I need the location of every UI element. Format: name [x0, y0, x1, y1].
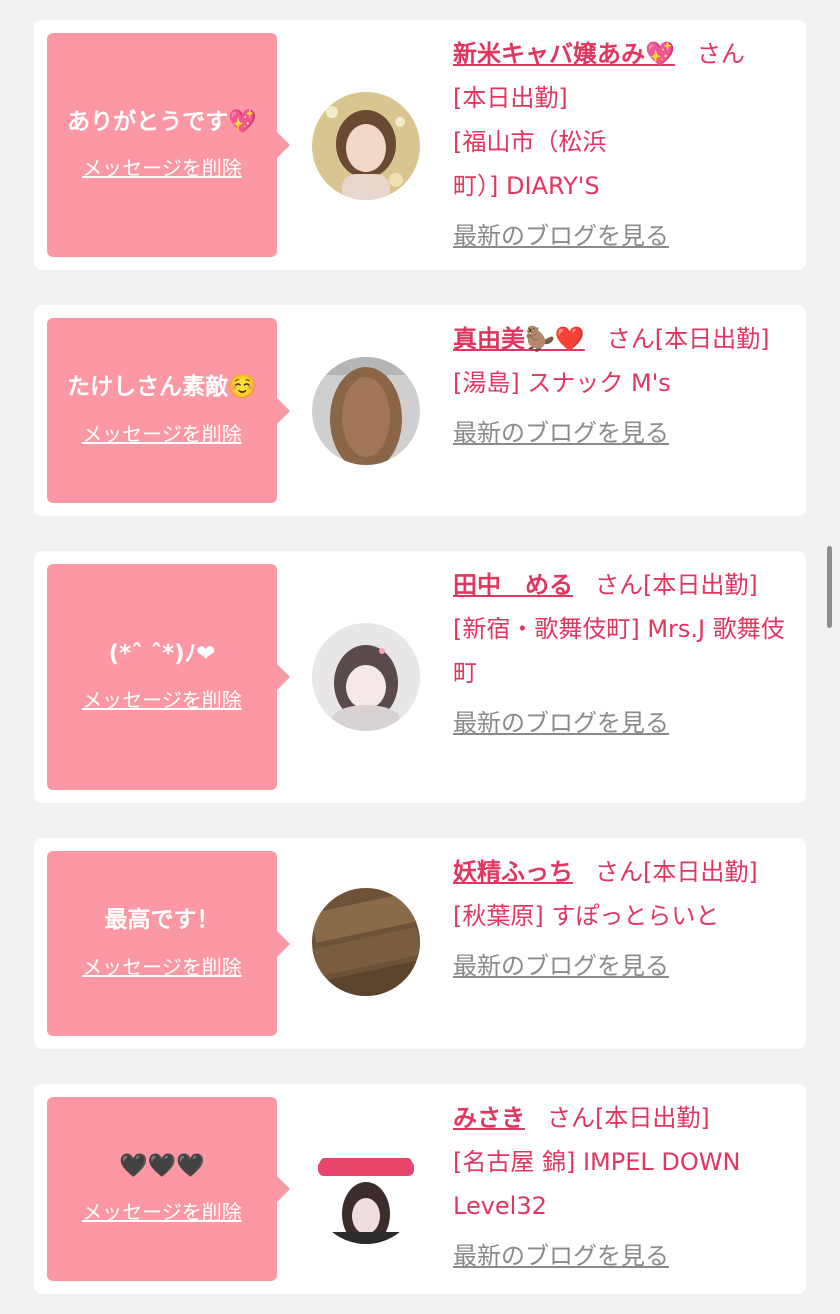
cast-info: 新米キャバ嬢あみ💖 さん [本日出勤] [福山市（松浜町）] DIARY'S 最新… — [453, 32, 793, 258]
avatar[interactable] — [312, 1136, 420, 1244]
honorific: さん — [595, 571, 643, 599]
message-card: 🖤🖤🖤 メッセージを削除 みさき さん[本日出勤] [名古屋 錦] IMPEL D… — [34, 1084, 806, 1294]
message-card: (*ˆ ˆ*)ﾉ❤ メッセージを削除 田中 める さん[本日出勤] [新宿・歌舞伎… — [34, 551, 806, 803]
attendance-status: [本日出勤] — [643, 858, 758, 886]
latest-blog-link[interactable]: 最新のブログを見る — [453, 214, 669, 258]
shop-location: [名古屋 錦] IMPEL DOWN Level32 — [453, 1148, 741, 1220]
message-text: (*ˆ ˆ*)ﾉ❤ — [108, 640, 216, 667]
cast-info: みさき さん[本日出勤] [名古屋 錦] IMPEL DOWN Level32 最… — [453, 1096, 793, 1278]
shop-location: [秋葉原] すぽっとらいと — [453, 902, 720, 930]
attendance-status: [本日出勤] — [643, 571, 758, 599]
cast-info: 田中 める さん[本日出勤] [新宿・歌舞伎町] Mrs.J 歌舞伎町 最新のブロ… — [453, 563, 793, 745]
latest-blog-link[interactable]: 最新のブログを見る — [453, 411, 669, 455]
message-text: たけしさん素敵☺️ — [67, 374, 257, 401]
delete-message-link[interactable]: メッセージを削除 — [82, 684, 242, 713]
cast-name-link[interactable]: 妖精ふっち — [453, 858, 573, 886]
message-bubble: 最高です！ メッセージを削除 — [47, 851, 290, 1036]
latest-blog-link[interactable]: 最新のブログを見る — [453, 701, 669, 745]
cast-name-link[interactable]: みさき — [453, 1104, 525, 1132]
shop-location: [湯島] スナック M's — [453, 369, 671, 397]
message-text: 最高です！ — [104, 907, 220, 934]
message-card: 最高です！ メッセージを削除 妖精ふっち さん[本日出勤] [秋葉原] すぽっとら… — [34, 838, 806, 1049]
cast-name-link[interactable]: 真由美🦫❤️ — [453, 325, 585, 353]
cast-name-link[interactable]: 田中 める — [453, 571, 573, 599]
honorific: さん — [606, 325, 655, 353]
message-card: ありがとうです💖 メッセージを削除 新米キャバ嬢あみ💖 さん [本日出勤] [福山… — [34, 20, 806, 270]
message-bubble: 🖤🖤🖤 メッセージを削除 — [47, 1097, 290, 1281]
latest-blog-link[interactable]: 最新のブログを見る — [453, 1234, 669, 1278]
avatar[interactable] — [312, 357, 420, 465]
message-card: たけしさん素敵☺️ メッセージを削除 真由美🦫❤️ さん[本日出勤] [湯島] ス… — [34, 305, 806, 516]
delete-message-link[interactable]: メッセージを削除 — [82, 1196, 242, 1225]
profile-photo-icon — [312, 357, 420, 465]
profile-photo-icon — [312, 623, 420, 731]
attendance-status: [本日出勤] — [654, 325, 770, 353]
message-list: ありがとうです💖 メッセージを削除 新米キャバ嬢あみ💖 さん [本日出勤] [福山… — [0, 0, 840, 1314]
profile-photo-icon — [312, 92, 420, 200]
shop-location: [新宿・歌舞伎町] Mrs.J 歌舞伎町 — [453, 615, 785, 687]
scrollbar[interactable] — [827, 546, 832, 628]
delete-message-link[interactable]: メッセージを削除 — [82, 951, 242, 980]
message-bubble: ありがとうです💖 メッセージを削除 — [47, 33, 290, 257]
message-bubble: (*ˆ ˆ*)ﾉ❤ メッセージを削除 — [47, 564, 290, 790]
message-bubble: たけしさん素敵☺️ メッセージを削除 — [47, 318, 290, 503]
cast-info: 妖精ふっち さん[本日出勤] [秋葉原] すぽっとらいと 最新のブログを見る — [453, 850, 793, 988]
profile-photo-icon — [312, 1136, 420, 1244]
avatar[interactable] — [312, 888, 420, 996]
attendance-status: [本日出勤] — [595, 1104, 710, 1132]
latest-blog-link[interactable]: 最新のブログを見る — [453, 944, 669, 988]
shop-location: [福山市（松浜町）] DIARY'S — [453, 128, 607, 200]
message-text: ありがとうです💖 — [67, 108, 257, 135]
delete-message-link[interactable]: メッセージを削除 — [82, 152, 242, 181]
avatar[interactable] — [312, 623, 420, 731]
honorific: さん — [696, 40, 745, 68]
message-text: 🖤🖤🖤 — [119, 1152, 205, 1179]
cast-name-link[interactable]: 新米キャバ嬢あみ💖 — [453, 40, 675, 68]
attendance-status: [本日出勤] — [453, 84, 568, 112]
avatar[interactable] — [312, 92, 420, 200]
honorific: さん — [595, 858, 643, 886]
honorific: さん — [547, 1104, 595, 1132]
delete-message-link[interactable]: メッセージを削除 — [82, 418, 242, 447]
profile-photo-icon — [312, 888, 420, 996]
cast-info: 真由美🦫❤️ さん[本日出勤] [湯島] スナック M's 最新のブログを見る — [453, 317, 793, 455]
